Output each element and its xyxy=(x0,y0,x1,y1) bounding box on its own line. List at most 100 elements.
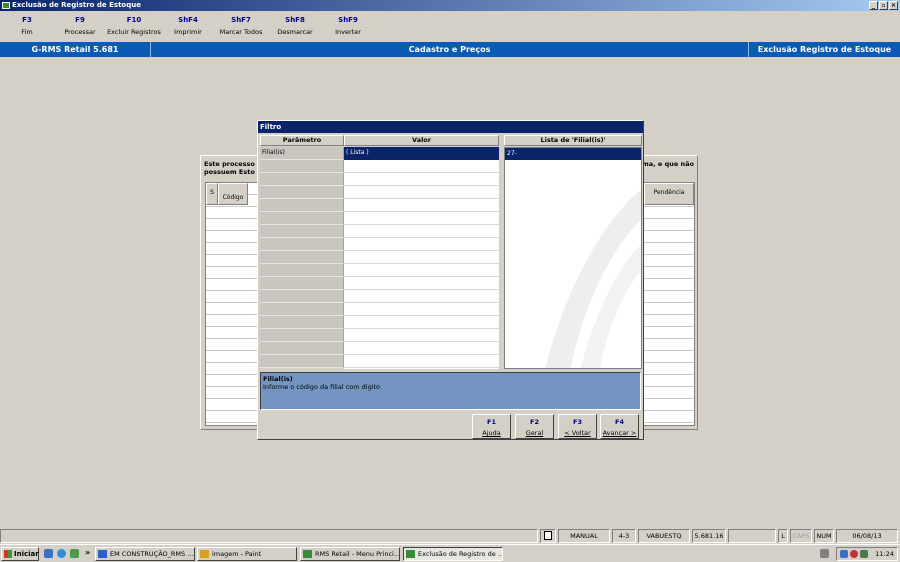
fim-button[interactable]: F3 Fim xyxy=(0,16,57,36)
start-button[interactable]: Iniciar xyxy=(1,547,39,561)
minimize-button[interactable]: _ xyxy=(869,1,878,10)
filial-list[interactable]: 27- xyxy=(504,147,642,369)
param-row[interactable] xyxy=(260,225,344,238)
taskbar: Iniciar » EM CONSTRUÇÃO_RMS ... imagem -… xyxy=(0,544,900,562)
start-label: Iniciar xyxy=(14,550,39,558)
app-icon xyxy=(2,2,10,9)
button-label: Geral xyxy=(525,429,544,437)
param-row[interactable] xyxy=(260,355,344,368)
geral-button[interactable]: F2 Geral xyxy=(515,414,554,439)
close-button[interactable]: × xyxy=(889,1,898,10)
fkey-label: ShF7 xyxy=(231,16,251,24)
param-filial[interactable]: Filial(is) xyxy=(260,147,344,160)
antivirus-icon[interactable] xyxy=(850,550,858,558)
filial-item[interactable]: 27- xyxy=(505,148,641,160)
fkey-label: F9 xyxy=(75,16,85,24)
fkey-action: Processar xyxy=(64,28,96,36)
clock: 11:24 xyxy=(875,550,894,558)
windows-flag-icon xyxy=(4,550,12,558)
status-blank xyxy=(728,529,776,543)
chevron-icon[interactable]: » xyxy=(85,548,90,557)
parametro-header: Parâmetro xyxy=(260,135,344,146)
param-row[interactable] xyxy=(260,342,344,355)
imprimir-button[interactable]: ShF4 Imprimir xyxy=(158,16,218,36)
quicklaunch-icon[interactable] xyxy=(44,549,53,558)
tray-icon[interactable] xyxy=(860,550,868,558)
param-row[interactable] xyxy=(260,160,344,173)
task-em-construcao[interactable]: EM CONSTRUÇÃO_RMS ... xyxy=(95,547,195,561)
parameter-list: Filial(is) xyxy=(260,147,344,369)
task-label: RMS Retail - Menu Princi... xyxy=(315,550,400,558)
fkey-label: ShF4 xyxy=(178,16,198,24)
fkey-label: ShF8 xyxy=(285,16,305,24)
param-row[interactable] xyxy=(260,173,344,186)
fkey-action: Marcar Todos xyxy=(219,28,263,36)
word-icon xyxy=(98,550,107,558)
fkey-action: Excluir Registros xyxy=(107,28,161,36)
task-rms-menu[interactable]: RMS Retail - Menu Princi... xyxy=(300,547,400,561)
voltar-button[interactable]: F3 < Voltar xyxy=(558,414,597,439)
button-label: Ajuda xyxy=(482,429,501,437)
status-num: NUM xyxy=(814,529,834,543)
value-filial[interactable]: ( Lista ) xyxy=(344,147,499,160)
col-pendencia[interactable]: Pendência xyxy=(644,183,694,205)
paint-icon xyxy=(200,550,209,558)
status-program: VABUESTQ xyxy=(638,529,690,543)
network-icon[interactable] xyxy=(840,550,848,558)
status-mode: MANUAL xyxy=(558,529,610,543)
marcar-todos-button[interactable]: ShF7 Marcar Todos xyxy=(211,16,271,36)
param-row[interactable] xyxy=(260,303,344,316)
task-paint[interactable]: imagem - Paint xyxy=(197,547,297,561)
button-key: F1 xyxy=(487,418,496,426)
status-message xyxy=(0,529,538,543)
screen-label: Exclusão Registro de Estoque xyxy=(757,45,892,54)
restore-button[interactable]: ▫ xyxy=(879,1,888,10)
description-text: Este processo xyxy=(204,160,255,168)
version-label: G-RMS Retail 5.681 xyxy=(0,42,151,57)
lista-header: Lista de 'Filial(is)' xyxy=(504,135,642,146)
fkey-action: Desmarcar xyxy=(277,28,313,36)
processar-button[interactable]: F9 Processar xyxy=(50,16,110,36)
status-date: 06/08/13 xyxy=(836,529,898,543)
ajuda-button[interactable]: F1 Ajuda xyxy=(472,414,511,439)
status-caps: CAPS xyxy=(790,529,812,543)
param-row[interactable] xyxy=(260,238,344,251)
quicklaunch-icon-2[interactable] xyxy=(70,549,79,558)
param-row[interactable] xyxy=(260,186,344,199)
task-label: EM CONSTRUÇÃO_RMS ... xyxy=(110,550,194,558)
valor-header: Valor xyxy=(344,135,499,146)
value-list[interactable]: ( Lista ) xyxy=(344,147,499,369)
function-key-toolbar: F3 Fim F9 Processar F10 Excluir Registro… xyxy=(0,11,900,42)
desmarcar-button[interactable]: ShF8 Desmarcar xyxy=(265,16,325,36)
fkey-action: Imprimir xyxy=(174,28,202,36)
param-row[interactable] xyxy=(260,316,344,329)
col-select[interactable]: S xyxy=(206,183,218,205)
window-title: Exclusão de Registro de Estoque xyxy=(12,1,141,9)
button-key: F2 xyxy=(530,418,539,426)
param-row[interactable] xyxy=(260,329,344,342)
inverter-button[interactable]: ShF9 Inverter xyxy=(318,16,378,36)
param-row[interactable] xyxy=(260,290,344,303)
task-exclusao[interactable]: Exclusão de Registro de ... xyxy=(403,547,503,561)
fkey-label: ShF9 xyxy=(338,16,358,24)
info-bar: G-RMS Retail 5.681 Cadastro e Preços Exc… xyxy=(0,42,900,57)
document-icon xyxy=(540,529,556,543)
param-row[interactable] xyxy=(260,212,344,225)
description-text-right: ma, e que não xyxy=(642,160,694,168)
system-tray: 11:24 xyxy=(836,547,898,561)
fkey-label: F10 xyxy=(126,16,142,24)
param-row[interactable] xyxy=(260,277,344,290)
avancar-button[interactable]: F4 Avançar > xyxy=(600,414,639,439)
ie-icon[interactable] xyxy=(57,549,66,558)
param-row[interactable] xyxy=(260,264,344,277)
window-titlebar: Exclusão de Registro de Estoque _ ▫ × xyxy=(0,0,900,11)
printer-icon[interactable] xyxy=(820,549,829,558)
filter-dialog: Filtro Parâmetro Valor Lista de 'Filial(… xyxy=(257,120,644,440)
param-row[interactable] xyxy=(260,251,344,264)
excluir-registros-button[interactable]: F10 Excluir Registros xyxy=(104,16,164,36)
param-row[interactable] xyxy=(260,199,344,212)
col-codigo[interactable]: Código xyxy=(218,183,248,205)
fkey-label: F3 xyxy=(22,16,32,24)
fkey-action: Fim xyxy=(21,28,33,36)
status-version: 5.681.16 xyxy=(692,529,726,543)
